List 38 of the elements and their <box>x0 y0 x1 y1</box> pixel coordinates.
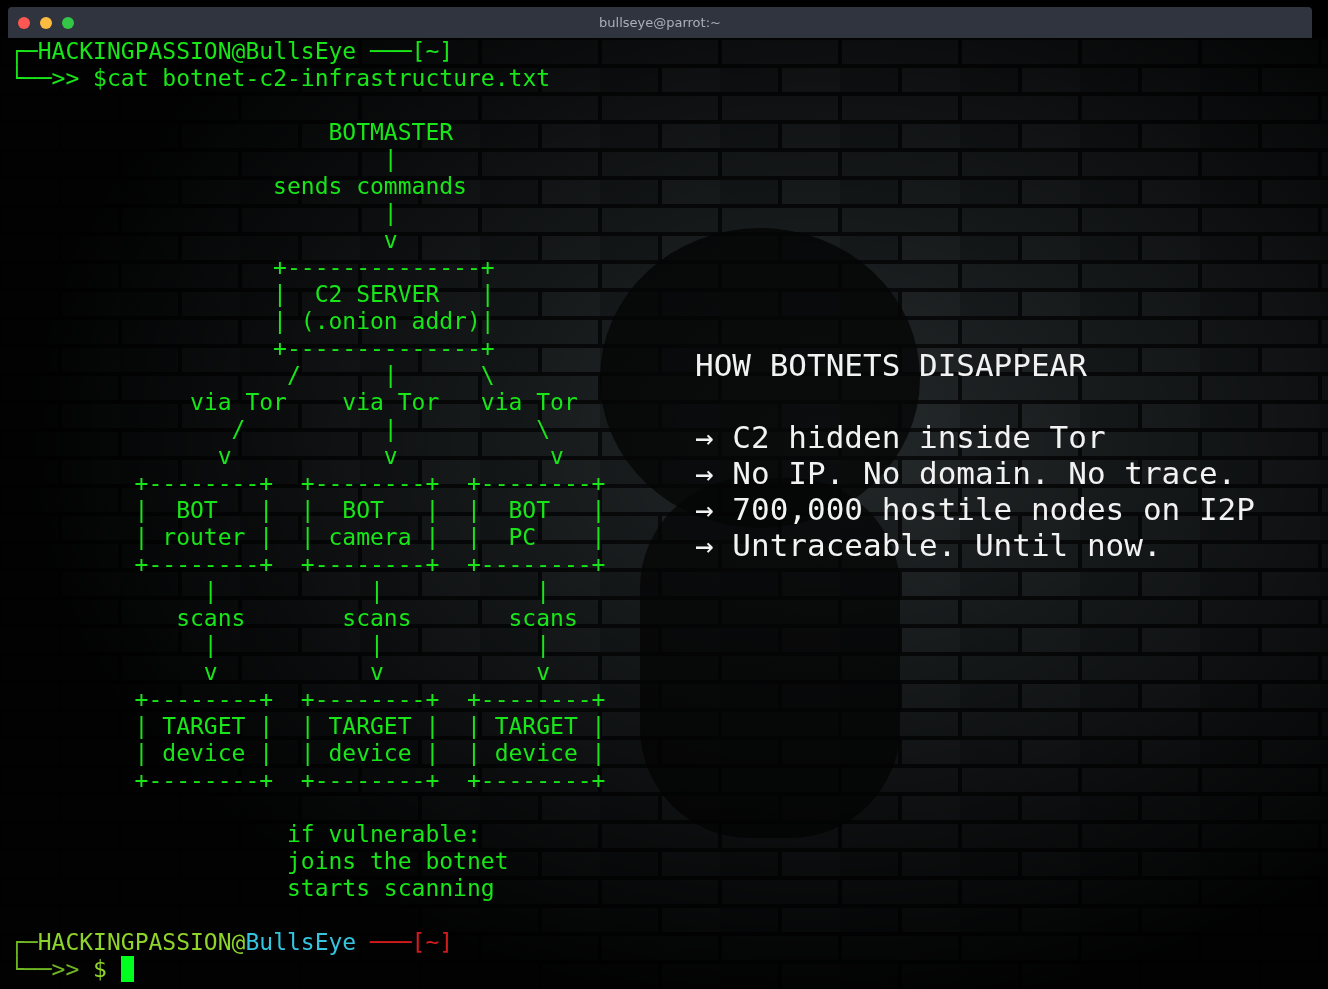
overlay-heading: HOW BOTNETS DISAPPEAR <box>695 347 1088 383</box>
output-line: +--------+ +--------+ +--------+ <box>133 551 607 578</box>
prompt-line: ┌─HACKINGPASSION@BullsEye ───[~] <box>10 38 455 65</box>
output-line: +--------+ +--------+ +--------+ <box>133 767 607 794</box>
output-line: | | | <box>202 578 552 605</box>
output-line: | BOT | | BOT | | BOT | <box>133 497 607 524</box>
output-line: / | \ <box>285 362 496 389</box>
output-line: if vulnerable: <box>285 821 482 848</box>
output-line: starts scanning <box>285 875 496 902</box>
output-line: v <box>382 227 399 254</box>
output-line: v v v <box>216 443 565 470</box>
output-line: | <box>382 146 399 173</box>
bullet-point: → C2 hidden inside Tor <box>695 419 1107 455</box>
output-line: joins the botnet <box>285 848 510 875</box>
output-line: via Tor via Tor via Tor <box>189 389 579 416</box>
output-line: | (.onion addr)| <box>272 308 496 335</box>
output-line: | device | | device | | device | <box>133 740 607 767</box>
bullet-point: → Untraceable. Until now. <box>695 527 1163 563</box>
output-line: v v v <box>202 659 552 686</box>
prompt-line: ┌─HACKINGPASSION@BullsEye ───[~] <box>10 929 455 956</box>
window-title: bullseye@parrot:~ <box>599 15 721 30</box>
output-line: +--------------+ <box>272 254 496 281</box>
output-line: | router | | camera | | PC | <box>133 524 607 551</box>
output-line: +--------------+ <box>272 335 496 362</box>
output-line: | C2 SERVER | <box>272 281 496 308</box>
output-line: BOTMASTER <box>327 119 455 146</box>
command-line: └──>> $ <box>10 956 107 982</box>
output-line: | TARGET | | TARGET | | TARGET | <box>133 713 607 740</box>
command-line: └──>> $cat botnet-c2-infrastructure.txt <box>10 65 551 91</box>
output-line: +--------+ +--------+ +--------+ <box>133 686 607 713</box>
output-line: / | \ <box>230 416 552 443</box>
output-line: +--------+ +--------+ +--------+ <box>133 470 607 497</box>
output-line: sends commands <box>272 173 468 200</box>
output-line: | | | <box>202 632 552 659</box>
bullet-point: → No IP. No domain. No trace. <box>695 455 1238 491</box>
bullet-point: → 700,000 hostile nodes on I2P <box>695 491 1255 527</box>
output-line: scans scans scans <box>175 605 579 632</box>
output-line: | <box>382 200 399 227</box>
